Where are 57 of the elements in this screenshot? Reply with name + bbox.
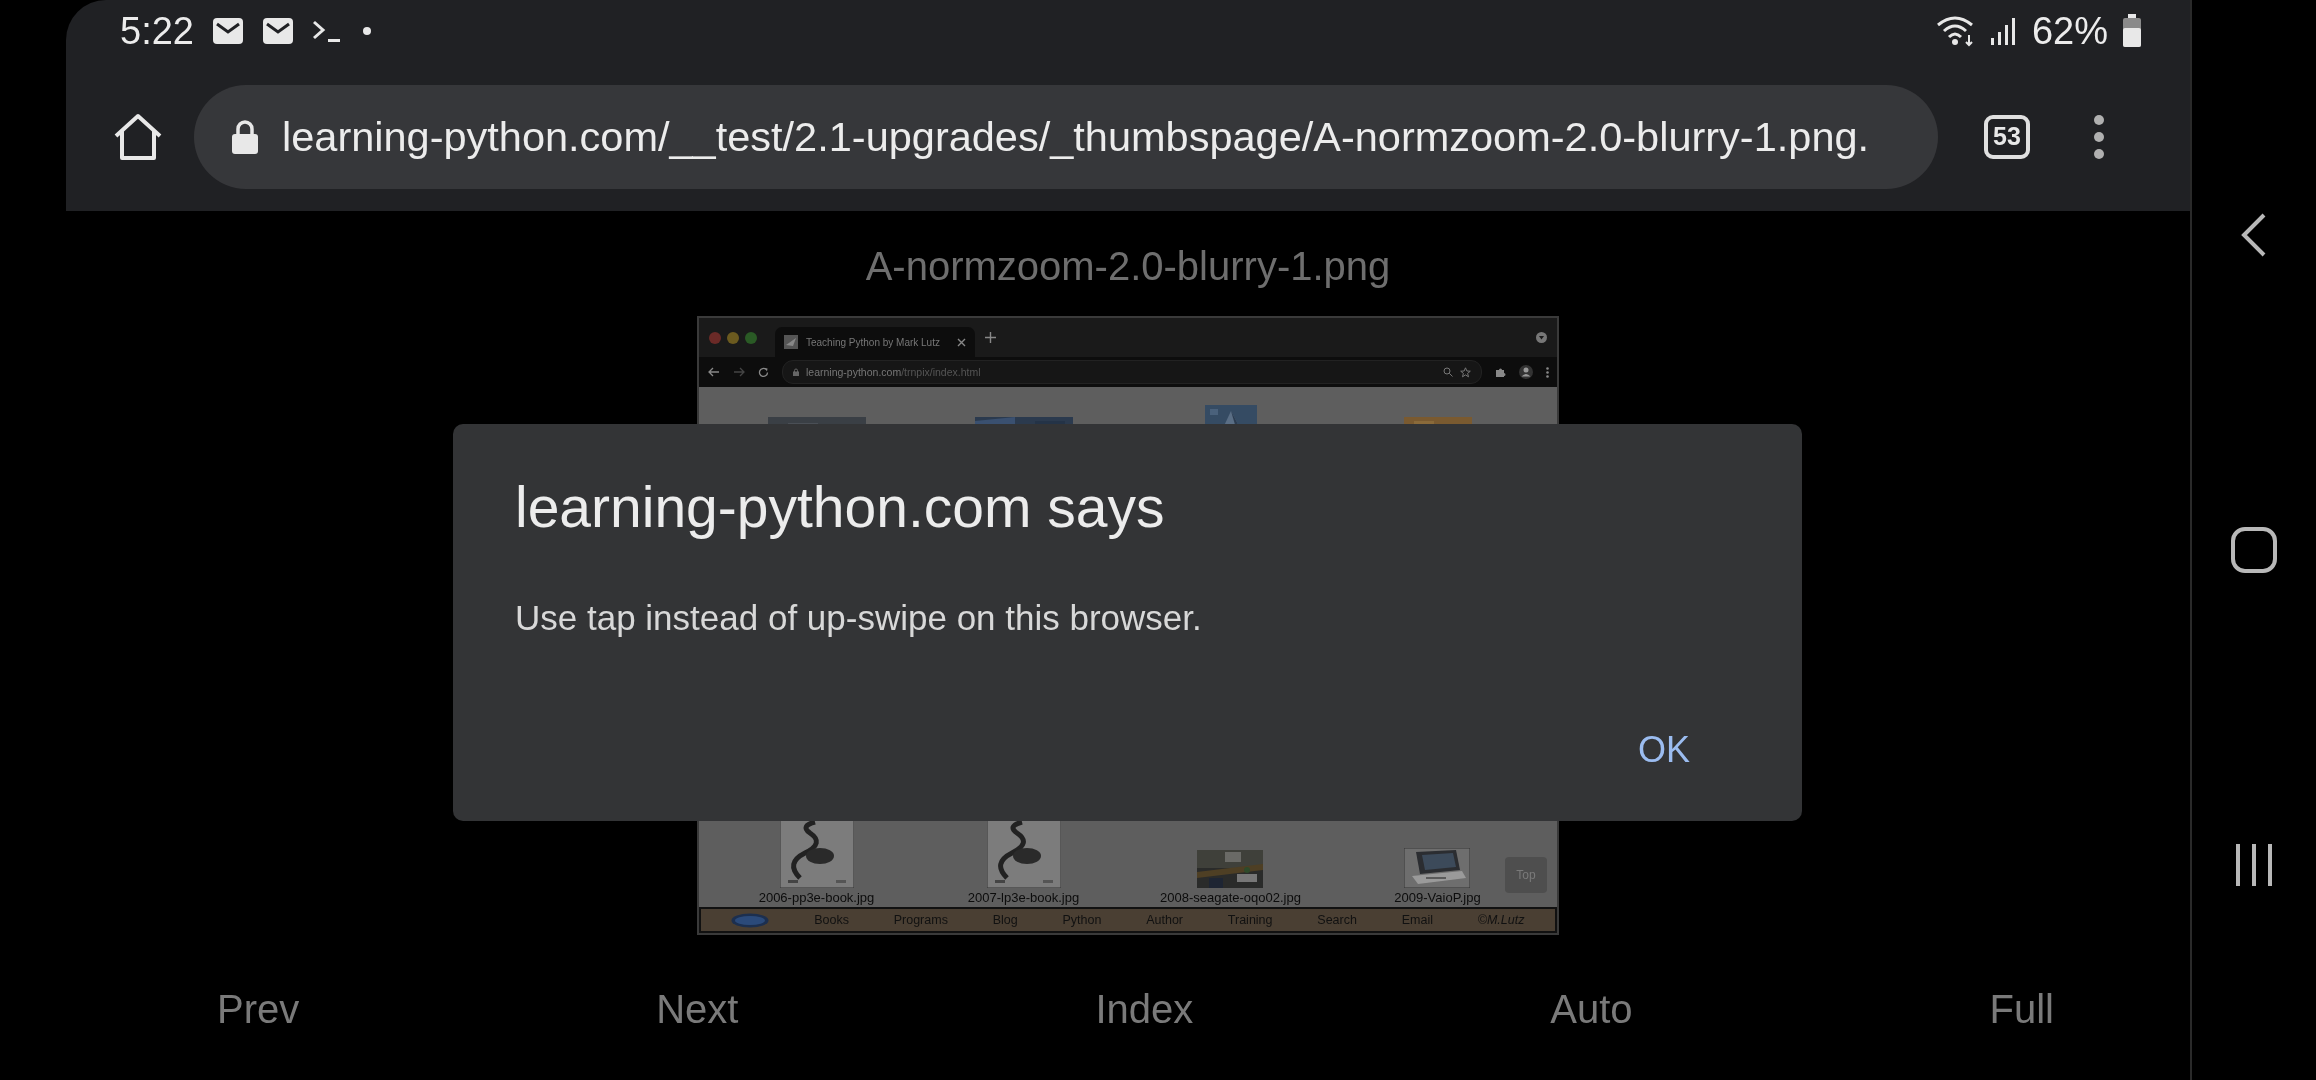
nav-link[interactable]: Author [1146, 913, 1184, 927]
address-bar[interactable]: learning-python.com/__test/2.1-upgrades/_thumbspage/A-normzoom-2.0-blurry-1.png. [194, 84, 1938, 189]
thumbnail-caption[interactable]: 2009-VaioP.jpg [1394, 890, 1481, 905]
nav-button[interactable]: Auto [1534, 979, 1649, 1040]
battery-percent: 62% [2031, 9, 2108, 53]
nav-link[interactable]: ©M.Lutz [1477, 913, 1525, 927]
thumbnail-caption[interactable]: 2007-lp3e-book.jpg [967, 890, 1080, 905]
lock-icon [230, 118, 260, 155]
browser-tab[interactable]: Teaching Python by Mark Lutz [775, 327, 975, 357]
dropdown-icon[interactable] [1536, 332, 1547, 343]
ok-button[interactable]: OK [1618, 719, 1710, 781]
nav-link[interactable]: Email [1401, 913, 1433, 927]
nav-link[interactable]: Blog [992, 913, 1018, 927]
reload-icon[interactable] [758, 366, 769, 378]
dot-icon [361, 26, 372, 36]
extensions-icon[interactable] [1495, 366, 1506, 378]
lock-icon [793, 368, 799, 376]
zoom-icon[interactable] [1443, 367, 1453, 377]
favicon-icon [784, 335, 798, 349]
nav-link[interactable]: Search [1317, 913, 1357, 927]
nav-button[interactable]: Index [1079, 979, 1210, 1040]
mail-icon [261, 17, 294, 45]
minimize-window-icon [727, 331, 739, 344]
back-icon[interactable] [708, 367, 720, 377]
star-icon[interactable] [1460, 366, 1471, 378]
mail-icon [211, 17, 244, 45]
tab-title: Teaching Python by Mark Lutz [806, 336, 941, 348]
profile-icon[interactable] [1519, 365, 1533, 379]
nav-link[interactable]: Training [1227, 913, 1273, 927]
nav-link[interactable]: Books [814, 913, 849, 927]
status-time: 5:22 [120, 9, 194, 53]
nav-button[interactable]: Full [1973, 979, 2070, 1040]
recents-icon[interactable] [2234, 842, 2274, 888]
tab-count-button[interactable]: 53 [1984, 114, 2030, 159]
menu-icon[interactable] [2092, 113, 2106, 160]
back-icon[interactable] [2240, 212, 2268, 258]
wifi-icon [1935, 15, 1976, 47]
nav-button[interactable]: Next [640, 979, 755, 1040]
url-text: learning-python.com/__test/2.1-upgrades/_thumbspage/A-normzoom-2.0-blurry-1.png. [282, 112, 1870, 161]
dialog-message: Use tap instead of up-swipe on this browser. [515, 598, 1203, 638]
dialog-title: learning-python.com says [515, 474, 1166, 540]
image-title: A-normzoom-2.0-blurry-1.png [865, 244, 1391, 290]
battery-icon [2122, 14, 2142, 48]
maximize-window-icon [745, 331, 757, 344]
home-icon[interactable] [2230, 526, 2278, 574]
address-bar[interactable]: learning-python.com/trnpix/index.html [782, 360, 1482, 384]
thumbnail-caption[interactable]: 2006-pp3e-book.jpg [758, 890, 875, 905]
nav-button[interactable]: Prev [201, 979, 316, 1040]
close-window-icon [709, 331, 721, 344]
signal-icon [1989, 16, 2018, 46]
new-tab-icon[interactable] [985, 332, 996, 343]
nav-link[interactable]: Programs [893, 913, 948, 927]
url-text: learning-python.com/trnpix/index.html [806, 366, 981, 378]
menu-icon[interactable] [1546, 366, 1549, 378]
thumbnail-caption[interactable]: 2008-seagate-oqo02.jpg [1160, 890, 1301, 905]
close-icon[interactable] [957, 337, 966, 347]
nav-link[interactable]: Python [1062, 913, 1102, 927]
